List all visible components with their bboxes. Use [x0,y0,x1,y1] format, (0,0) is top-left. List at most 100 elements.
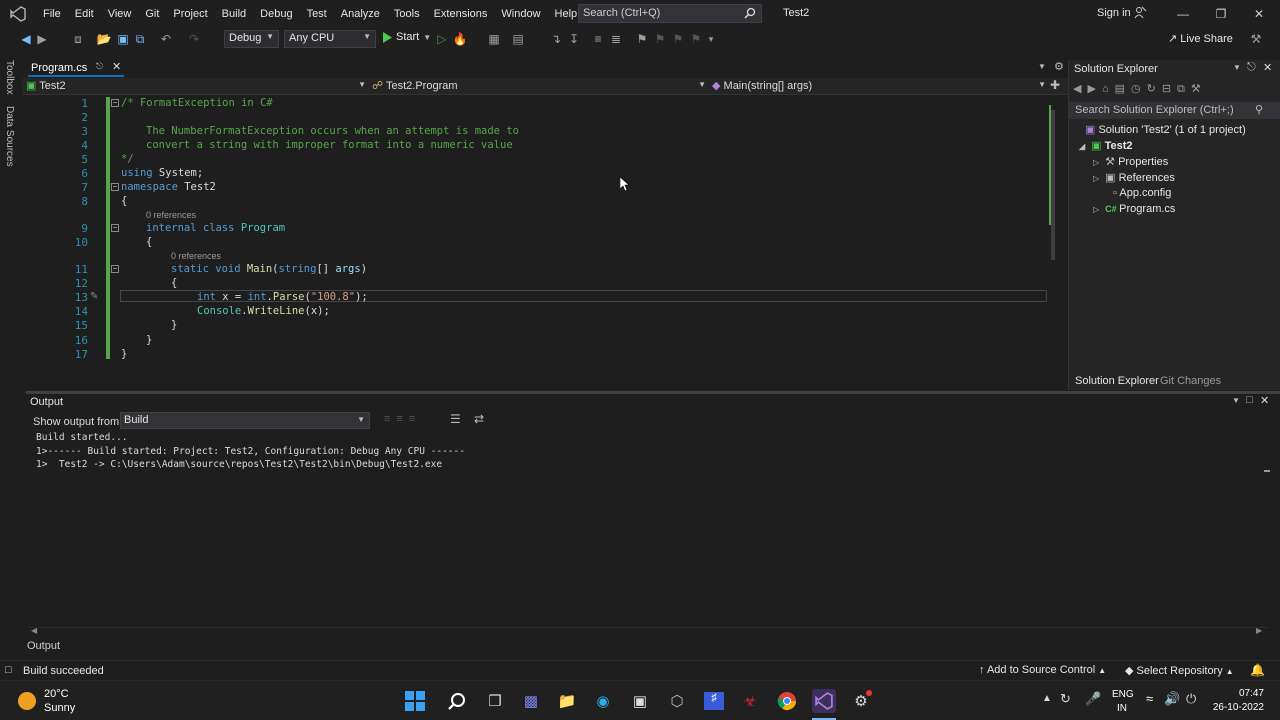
weather-sun-icon[interactable] [18,692,36,710]
close-tab-icon[interactable]: ✕ [112,60,121,73]
scroll-left-icon[interactable]: ◀ [31,626,37,635]
clock-date[interactable]: 26-10-2022 [1210,702,1264,713]
pending-changes-icon[interactable]: ◷ [1131,83,1147,95]
uncomment-icon[interactable]: ≣ [608,31,624,47]
tab-list-dropdown-icon[interactable]: ▼ [1038,62,1046,71]
browse-icon[interactable]: ▦ [486,31,502,47]
menu-git[interactable]: Git [138,0,166,28]
show-all-files-icon[interactable]: ⧉ [1177,83,1191,95]
tree-item-properties[interactable]: ▷ ⚒ Properties [1093,155,1168,168]
tab-output[interactable]: Output [26,638,86,654]
fold-toggle-icon[interactable]: − [111,265,119,273]
open-file-icon[interactable]: 📂 [96,31,112,47]
sync-icon[interactable]: ↻ [1147,83,1162,95]
back-icon[interactable]: ◀ [1073,83,1087,95]
chrome-browser-icon[interactable] [775,689,799,713]
editor-vertical-scrollbar[interactable] [1048,95,1068,390]
close-panel-icon[interactable]: ✕ [1260,394,1269,407]
microphone-icon[interactable]: 🎤 [1085,691,1101,707]
collapsed-caret-icon[interactable]: ▷ [1093,174,1099,183]
show-hidden-icons-chevron-icon[interactable]: ▲ [1042,693,1052,704]
tab-solution-explorer[interactable]: Solution Explorer [1075,375,1159,387]
codelens-references[interactable]: 0 references [171,251,221,261]
home-icon[interactable]: ⌂ [1102,83,1115,95]
tree-item-program-cs[interactable]: ▷ C# Program.cs [1093,203,1175,215]
layout-icon[interactable]: ▤ [510,31,526,47]
add-to-source-control-button[interactable]: ↑ Add to Source Control ▲ [979,664,1106,676]
code-editor[interactable]: 1 2 3 4 5 6 7 8 9 10 11 12 13 14 15 16 1… [22,95,1048,390]
start-without-debugging-icon[interactable]: ▷ [434,31,450,47]
menu-window[interactable]: Window [494,0,547,28]
navigate-back-icon[interactable]: ◀ [18,31,34,47]
data-sources-tab[interactable]: Data Sources [4,106,15,167]
search-icon[interactable] [445,689,469,713]
next-bookmark-icon[interactable]: ⚑ [670,31,686,47]
select-repository-button[interactable]: ◆ Select Repository ▲ [1125,664,1234,677]
new-project-icon[interactable]: ⧈ [70,31,86,47]
maximize-panel-icon[interactable]: □ [1246,394,1253,406]
go-to-previous-icon[interactable]: ≡ [384,413,396,425]
navigate-forward-icon[interactable]: ▶ [34,31,50,47]
tree-item-references[interactable]: ▷ ▣ References [1093,171,1175,184]
scrollbar-thumb[interactable] [1051,110,1055,260]
menu-tools[interactable]: Tools [387,0,427,28]
bookmark-icon[interactable]: ⚑ [634,31,650,47]
fold-toggle-icon[interactable]: − [111,224,119,232]
settings-gear-icon[interactable]: ⚙ [849,689,873,713]
redo-icon[interactable]: ↷ [186,31,202,47]
maximize-icon[interactable]: ❐ [1202,0,1240,28]
close-icon[interactable]: ✕ [1240,0,1278,28]
menu-view[interactable]: View [101,0,139,28]
menu-edit[interactable]: Edit [68,0,101,28]
tree-item-solution[interactable]: ▣ Solution 'Test2' (1 of 1 project) [1085,123,1246,136]
onedrive-sync-icon[interactable]: ↻ [1060,691,1071,707]
clock-time[interactable]: 07:47 [1210,688,1264,699]
step-over-icon[interactable]: ↴ [548,31,564,47]
edge-browser-icon[interactable]: ◉ [591,689,615,713]
visual-studio-icon[interactable] [812,689,836,713]
feedback-icon[interactable] [1133,6,1147,23]
project-dropdown[interactable]: ▣ Test2 ▼ [26,79,366,94]
menu-file[interactable]: File [36,0,68,28]
prev-bookmark-icon[interactable]: ⚑ [652,31,668,47]
hot-reload-icon[interactable]: 🔥 [452,31,468,47]
find-icon[interactable]: ≡ [409,413,421,425]
word-wrap-icon[interactable]: ⇄ [474,412,484,426]
search-input[interactable]: Search (Ctrl+Q) [578,4,762,23]
start-debugging-button[interactable]: Start ▼ [382,31,431,43]
type-dropdown[interactable]: ☍ Test2.Program ▼ [372,79,706,94]
tree-item-project[interactable]: ◢ ▣ Test2 [1079,139,1133,152]
solution-explorer-search-input[interactable]: Search Solution Explorer (Ctrl+;) ⚲ [1069,102,1280,119]
expanded-caret-icon[interactable]: ◢ [1079,142,1085,151]
tab-program-cs[interactable]: Program.cs ⎋ ✕ [28,60,124,77]
quick-actions-icon[interactable]: ✎ [90,291,98,302]
keyboard-layout-indicator[interactable]: IN [1117,703,1127,714]
file-explorer-icon[interactable]: 📁 [555,689,579,713]
menu-build[interactable]: Build [215,0,253,28]
menu-test[interactable]: Test [300,0,334,28]
windows-start-icon[interactable] [403,689,427,713]
settings-gear-icon[interactable]: ⚙ [1054,60,1064,73]
clear-all-icon[interactable]: ☰ [450,412,461,426]
close-panel-icon[interactable]: ✕ [1263,61,1272,74]
platform-dropdown[interactable]: Any CPU ▼ [284,30,376,48]
scrollbar-thumb[interactable] [1264,470,1270,472]
output-vertical-scrollbar[interactable] [1262,434,1272,624]
go-to-next-icon[interactable]: ≡ [396,413,408,425]
pin-icon[interactable]: ⎋ [96,61,103,72]
app-icon[interactable]: ⬡ [665,689,689,713]
menu-project[interactable]: Project [166,0,214,28]
battery-icon[interactable]: ⏻ [1186,691,1196,707]
properties-wrench-icon[interactable]: ⚒ [1191,83,1207,95]
fold-toggle-icon[interactable]: − [111,183,119,191]
split-editor-icon[interactable]: ✚ [1050,78,1060,92]
task-view-icon[interactable]: ❐ [483,689,507,713]
teams-chat-icon[interactable]: ▩ [519,689,543,713]
collapsed-caret-icon[interactable]: ▷ [1093,205,1099,214]
clear-bookmarks-icon[interactable]: ⚑ [688,31,704,47]
menu-extensions[interactable]: Extensions [427,0,495,28]
output-source-dropdown[interactable]: Build ▼ [120,412,370,429]
member-dropdown[interactable]: ◆ Main(string[] args) ▼ [712,79,1046,94]
save-icon[interactable]: ▣ [115,31,131,47]
switch-views-icon[interactable]: ▤ [1115,83,1131,95]
